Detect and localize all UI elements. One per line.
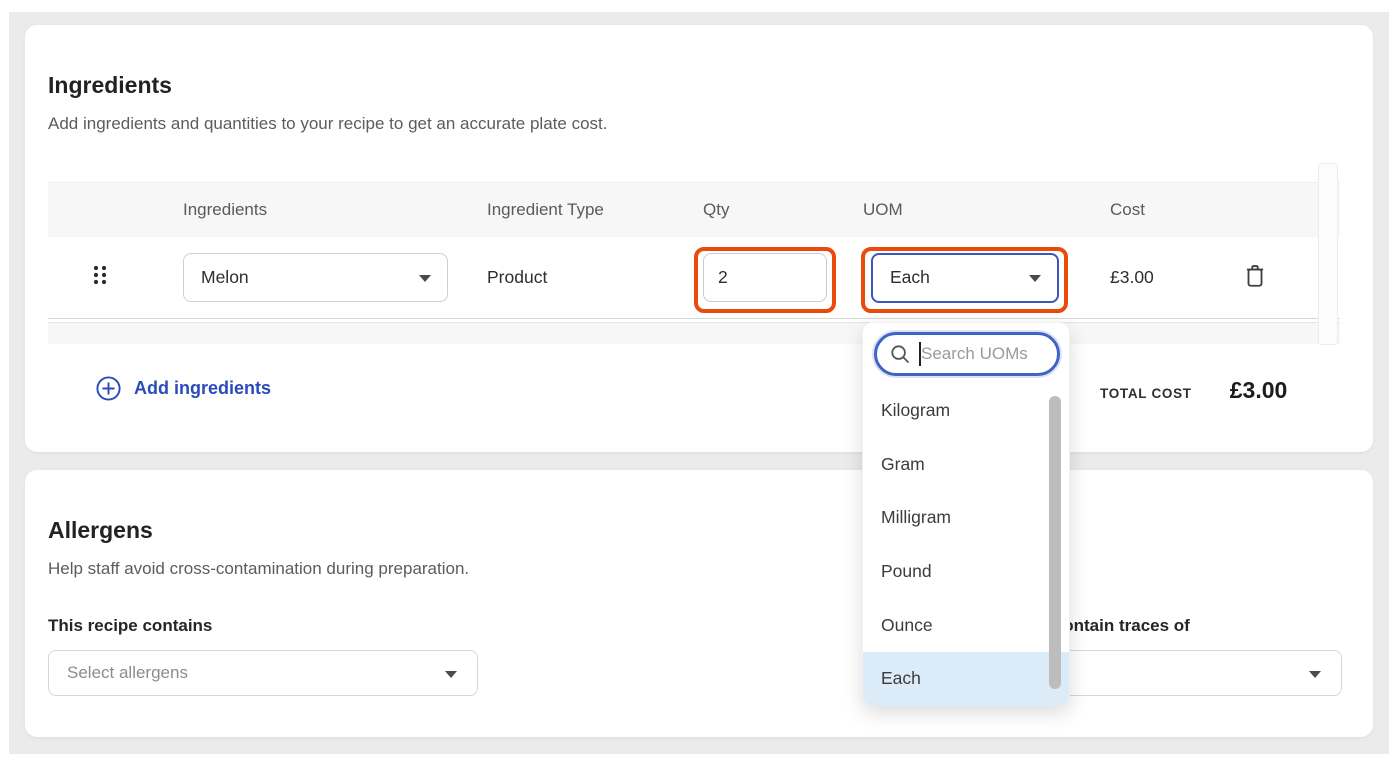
chevron-down-icon bbox=[445, 671, 457, 678]
ingredients-card: Ingredients Add ingredients and quantiti… bbox=[25, 25, 1373, 452]
chevron-down-icon bbox=[1029, 275, 1041, 282]
ingredient-select-value: Melon bbox=[201, 267, 249, 288]
ingredient-type-value: Product bbox=[487, 267, 695, 288]
uom-select[interactable]: Each bbox=[871, 253, 1059, 303]
uom-option-kilogram[interactable]: Kilogram bbox=[863, 384, 1069, 438]
uom-option-each[interactable]: Each bbox=[863, 652, 1069, 706]
ingredient-select[interactable]: Melon bbox=[183, 253, 448, 302]
uom-option-pound[interactable]: Pound bbox=[863, 545, 1069, 599]
table-header-row: Ingredients Ingredient Type Qty UOM Cost bbox=[48, 182, 1340, 237]
qty-cell bbox=[695, 253, 855, 302]
cost-value: £3.00 bbox=[1100, 267, 1230, 288]
ingredients-subtitle: Add ingredients and quantities to your r… bbox=[48, 114, 607, 134]
search-icon bbox=[890, 344, 910, 364]
recipe-editor-page: Ingredients Add ingredients and quantiti… bbox=[0, 0, 1398, 764]
col-header-ingredient-type: Ingredient Type bbox=[487, 200, 695, 220]
table-scrollbar[interactable] bbox=[1318, 163, 1338, 345]
drag-handle-icon[interactable] bbox=[92, 264, 108, 286]
drag-cell bbox=[48, 264, 183, 291]
contains-allergens-placeholder: Select allergens bbox=[67, 663, 188, 683]
total-cost-label: TOTAL COST bbox=[1100, 386, 1192, 401]
uom-option-gram[interactable]: Gram bbox=[863, 438, 1069, 492]
allergens-card: Allergens Help staff avoid cross-contami… bbox=[25, 470, 1373, 737]
dropdown-scrollbar-thumb[interactable] bbox=[1049, 396, 1061, 689]
uom-option-milligram[interactable]: Milligram bbox=[863, 491, 1069, 545]
add-ingredients-button[interactable]: Add ingredients bbox=[95, 375, 271, 402]
col-header-ingredients: Ingredients bbox=[183, 200, 487, 220]
allergens-title: Allergens bbox=[48, 517, 153, 544]
uom-search-field[interactable] bbox=[874, 332, 1060, 376]
uom-cell: Each bbox=[855, 253, 1100, 303]
total-cost-value: £3.00 bbox=[1230, 377, 1288, 404]
col-header-uom: UOM bbox=[855, 200, 1100, 220]
ingredient-row: Melon Product Each £3.00 bbox=[48, 237, 1340, 319]
col-header-cost: Cost bbox=[1100, 200, 1230, 220]
uom-option-ounce[interactable]: Ounce bbox=[863, 598, 1069, 652]
table-footer-strip bbox=[48, 322, 1340, 344]
chevron-down-icon bbox=[1309, 671, 1321, 678]
chevron-down-icon bbox=[419, 275, 431, 282]
qty-input[interactable] bbox=[703, 253, 827, 302]
add-ingredients-label: Add ingredients bbox=[134, 378, 271, 399]
delete-row-button[interactable] bbox=[1240, 261, 1270, 291]
plus-circle-icon bbox=[95, 375, 122, 402]
uom-options-list: Kilogram Gram Milligram Pound Ounce Each bbox=[863, 384, 1069, 706]
allergens-subtitle: Help staff avoid cross-contamination dur… bbox=[48, 559, 469, 579]
uom-search-input[interactable] bbox=[921, 344, 1031, 364]
contains-allergens-select[interactable]: Select allergens bbox=[48, 650, 478, 696]
col-header-qty: Qty bbox=[695, 200, 855, 220]
ingredient-cell: Melon bbox=[183, 253, 487, 302]
uom-dropdown-panel: Kilogram Gram Milligram Pound Ounce Each bbox=[862, 322, 1070, 705]
trash-icon bbox=[1243, 263, 1267, 289]
recipe-contains-label: This recipe contains bbox=[48, 616, 212, 636]
total-cost: TOTAL COST £3.00 bbox=[1100, 377, 1287, 404]
ingredients-title: Ingredients bbox=[48, 72, 172, 99]
ingredients-table: Ingredients Ingredient Type Qty UOM Cost bbox=[48, 182, 1340, 344]
uom-select-value: Each bbox=[890, 267, 930, 288]
dropdown-scrollbar-track bbox=[1048, 384, 1062, 701]
